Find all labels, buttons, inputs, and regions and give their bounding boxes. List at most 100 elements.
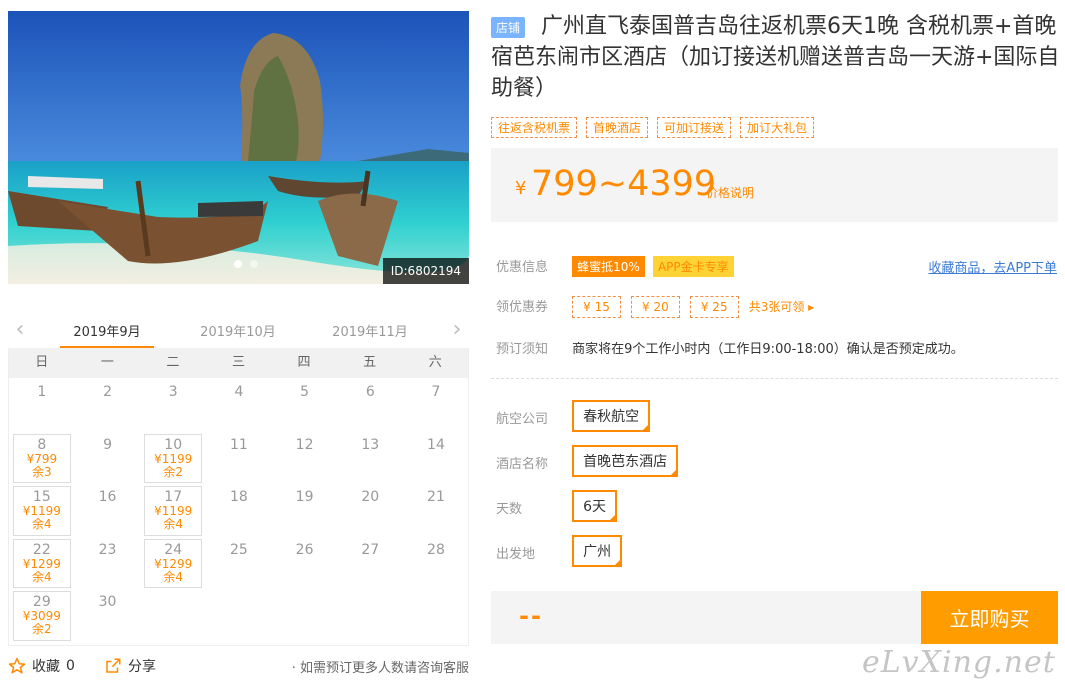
day-number: 17 [164,489,183,505]
calendar-day: 5 [272,378,338,431]
coupon-row: 领优惠券 ¥ 15 ¥ 20 ¥ 25 共3张可领 ▸ [496,296,814,318]
tab-month-nov[interactable]: 2019年11月 [323,321,417,340]
option-hotel[interactable]: 首晚芭东酒店 [572,445,679,477]
calendar-day: 6 [337,378,403,431]
total-price: -- [519,602,543,630]
weekday-label: 一 [100,355,114,370]
price-panel: ¥ 799~4399 价格说明 [491,148,1058,222]
carousel-dot[interactable] [250,260,258,268]
day-number: 11 [229,436,248,453]
divider [491,378,1058,379]
day-number: 26 [295,541,314,558]
calendar-days: 1 2 3 4 5 6 7 8 ¥799 余3 9 10 ¥1199 余2 11 12 13 14 15 ¥1199 余… [9,378,468,641]
star-icon [8,657,26,674]
day-number: 2 [103,384,112,400]
day-number: 15 [32,489,51,505]
calendar-weekday-header: 日一二三四五六 [9,348,468,378]
day-number: 10 [164,436,183,453]
tab-month-sep[interactable]: 2019年9月 [60,321,154,340]
calendar-day: 20 [337,483,403,536]
day-number: 4 [234,384,244,400]
day-remaining: 余3 [32,464,52,479]
coupon-25[interactable]: ¥ 25 [689,296,739,318]
share-button[interactable]: 分享 [104,656,156,676]
feature-tag: 加订大礼包 [740,117,815,138]
calendar-day: 23 [75,536,141,589]
day-number: 20 [361,489,380,505]
product-photo[interactable]: ID:6802194 [8,11,469,284]
calendar-day: 19 [272,483,338,536]
day-number: 27 [361,541,380,558]
feature-tags: 往返含税机票 首晚酒店 可加订接送 加订大礼包 [491,117,815,138]
day-number: 14 [427,436,445,453]
option-label: 出发地 [496,547,536,562]
calendar-day: 18 [206,483,272,536]
favorite-label: 收藏 [32,659,60,675]
day-number: 13 [361,436,380,453]
day-number: 3 [168,384,178,400]
feature-tag: 首晚酒店 [586,117,649,138]
day-number: 22 [32,541,51,558]
day-number: 9 [103,436,112,453]
calendar-day: 4 [206,378,272,431]
carousel-dot-active[interactable] [234,260,242,268]
calendar-day-available[interactable]: 24 ¥1299 余4 [144,538,203,588]
discount-row: 优惠信息 蜂蜜抵10% APP金卡专享 [496,256,738,277]
product-title: 广州直飞泰国普吉岛往返机票6天1晚 含税机票+首晚宿芭东闹市区酒店（加订接送机赠… [491,14,1060,101]
calendar-day-available[interactable]: 10 ¥1199 余2 [144,433,203,483]
shop-badge: 店铺 [491,17,526,38]
day-number: 16 [98,489,117,505]
calendar-day-available[interactable]: 8 ¥799 余3 [13,433,71,483]
day-remaining: 余2 [163,464,184,479]
calendar-day-available[interactable]: 17 ¥1199 余4 [144,486,203,536]
option-hotel-row: 酒店名称 首晚芭东酒店 [496,445,679,477]
favorite-go-app-link[interactable]: 收藏商品，去APP下单 [928,257,1057,276]
tab-month-oct[interactable]: 2019年10月 [191,321,285,340]
calendar-day: 21 [403,483,469,536]
calendar-day-available[interactable]: 22 ¥1299 余4 [13,538,71,588]
day-remaining: 余4 [163,569,184,584]
calendar-day: 26 [272,536,338,589]
share-label: 分享 [128,659,156,675]
weekday-label: 日 [35,355,49,370]
calendar-day: 2 [75,378,141,431]
option-label: 天数 [496,502,523,517]
coupon-15[interactable]: ¥ 15 [572,296,621,318]
chevron-right-icon[interactable]: › [447,318,467,342]
discount-label: 优惠信息 [496,260,549,275]
calendar-day-available[interactable]: 15 ¥1199 余4 [13,486,71,536]
day-number: 23 [98,541,117,558]
option-days[interactable]: 6天 [572,490,618,522]
day-number: 28 [427,541,445,558]
calendar-day: 13 [337,431,403,484]
option-days-row: 天数 6天 [496,490,618,522]
carousel-dots[interactable] [234,260,258,268]
favorite-button[interactable]: 收藏 0 [8,656,75,676]
consult-note: · 如需预订更多人数请咨询客服 [291,661,469,676]
app-gold-card-badge: APP金卡专享 [652,256,734,277]
chevron-left-icon[interactable]: ‹ [10,318,30,342]
price-explanation-link[interactable]: 价格说明 [706,184,754,201]
day-number: 29 [32,594,51,610]
day-remaining: 余4 [163,517,184,531]
day-number: 30 [98,594,117,610]
feature-tag: 可加订接送 [657,117,732,138]
day-price: ¥1199 [154,451,193,466]
beach-boats-illustration [8,11,469,284]
option-departure[interactable]: 广州 [572,535,623,567]
booking-label: 预订须知 [496,342,549,357]
coupon-20[interactable]: ¥ 20 [631,296,680,318]
calendar-day-available[interactable]: 29 ¥3099 余2 [13,591,71,641]
buy-bar: -- 立即购买 [491,591,1058,644]
day-price: ¥1299 [154,556,193,571]
share-icon [106,658,121,673]
coupon-more-link[interactable]: 共3张可领 ▸ [749,300,814,314]
calendar-day: 16 [75,483,141,536]
left-footer: 收藏 0 分享 · 如需预订更多人数请咨询客服 [8,656,469,676]
day-remaining: 余4 [32,517,52,531]
calendar-day: 14 [403,431,469,484]
weekday-label: 三 [231,355,245,370]
option-airline[interactable]: 春秋航空 [572,400,651,432]
coupon-label: 领优惠券 [496,300,549,315]
buy-now-button[interactable]: 立即购买 [921,591,1058,644]
